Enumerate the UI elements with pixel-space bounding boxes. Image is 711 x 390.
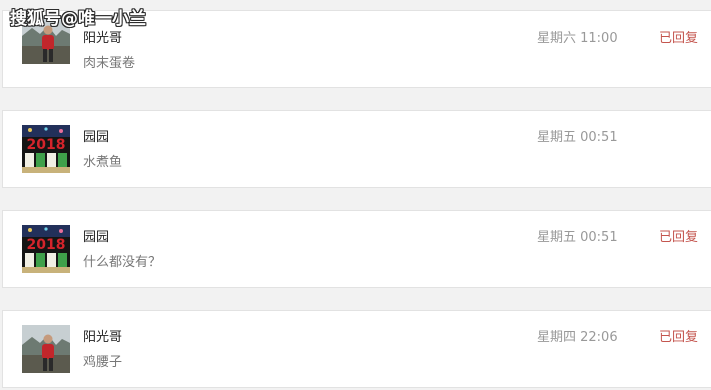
svg-text:2018: 2018 <box>27 137 66 153</box>
message-time: 星期五 00:51 <box>537 130 618 145</box>
message-time: 星期六 11:00 <box>537 31 618 46</box>
watermark-text: 搜狐号@唯一小兰 <box>10 9 146 29</box>
replied-status[interactable]: 已回复 <box>659 226 698 245</box>
new-year-2018-avatar-icon[interactable]: 2018 <box>22 225 70 273</box>
sender-name: 园园 <box>83 230 110 245</box>
message-preview: 什么都没有？ <box>83 255 162 270</box>
message-row[interactable]: 阳光哥 鸡腰子 星期四 22:06 已回复 <box>2 310 711 388</box>
message-time: 星期五 00:51 <box>537 230 618 245</box>
message-time: 星期四 22:06 <box>537 330 618 345</box>
replied-status[interactable]: 已回复 <box>659 27 698 46</box>
message-preview: 鸡腰子 <box>83 355 123 370</box>
sender-name: 阳光哥 <box>83 31 123 46</box>
person-photo-avatar-icon[interactable] <box>22 325 70 373</box>
replied-status[interactable]: 已回复 <box>659 326 698 345</box>
message-row[interactable]: 2018 园园 什么都没有？ 星期五 00:51 已回复 <box>2 210 711 288</box>
sender-name: 园园 <box>83 130 110 145</box>
sender-name: 阳光哥 <box>83 330 123 345</box>
message-preview: 肉末蛋卷 <box>83 56 136 71</box>
new-year-2018-avatar-icon[interactable]: 2018 <box>22 125 70 173</box>
message-preview: 水煮鱼 <box>83 155 123 170</box>
svg-text:2018: 2018 <box>27 237 66 253</box>
message-row[interactable]: 2018 园园 水煮鱼 星期五 00:51 <box>2 110 711 188</box>
